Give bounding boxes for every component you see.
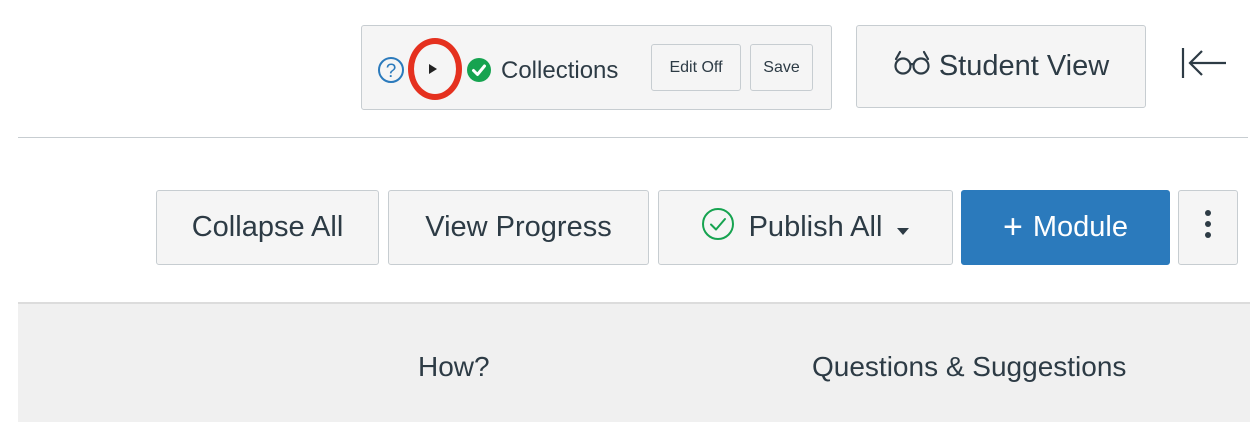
check-circle-outline-icon bbox=[701, 207, 735, 249]
collapse-all-label: Collapse All bbox=[191, 211, 344, 243]
plus-icon: + bbox=[1003, 208, 1023, 246]
header-divider bbox=[18, 137, 1248, 138]
play-triangle-icon[interactable] bbox=[422, 56, 444, 82]
collapse-all-button[interactable]: Collapse All bbox=[156, 190, 379, 265]
save-button[interactable]: Save bbox=[750, 44, 813, 91]
publish-all-button[interactable]: Publish All bbox=[658, 190, 953, 265]
collapse-left-arrow-icon[interactable] bbox=[1180, 44, 1230, 82]
add-module-label: Module bbox=[1032, 211, 1128, 243]
add-module-button[interactable]: + Module bbox=[961, 190, 1170, 265]
student-view-button[interactable]: Student View bbox=[856, 25, 1146, 108]
questions-suggestions-link[interactable]: Questions & Suggestions bbox=[812, 347, 1126, 387]
more-options-button[interactable] bbox=[1178, 190, 1238, 265]
student-view-label: Student View bbox=[938, 50, 1110, 82]
how-link[interactable]: How? bbox=[418, 347, 490, 387]
caret-down-icon bbox=[896, 211, 910, 244]
glasses-icon bbox=[893, 50, 931, 84]
check-circle-icon bbox=[467, 58, 491, 82]
svg-text:?: ? bbox=[386, 61, 397, 82]
question-circle-icon[interactable]: ? bbox=[377, 55, 405, 85]
view-progress-button[interactable]: View Progress bbox=[388, 190, 649, 265]
edit-off-button[interactable]: Edit Off bbox=[651, 44, 741, 91]
collections-label: Collections bbox=[501, 57, 619, 84]
publish-all-label: Publish All bbox=[748, 211, 883, 243]
kebab-menu-icon bbox=[1204, 209, 1212, 247]
view-progress-label: View Progress bbox=[425, 211, 612, 243]
